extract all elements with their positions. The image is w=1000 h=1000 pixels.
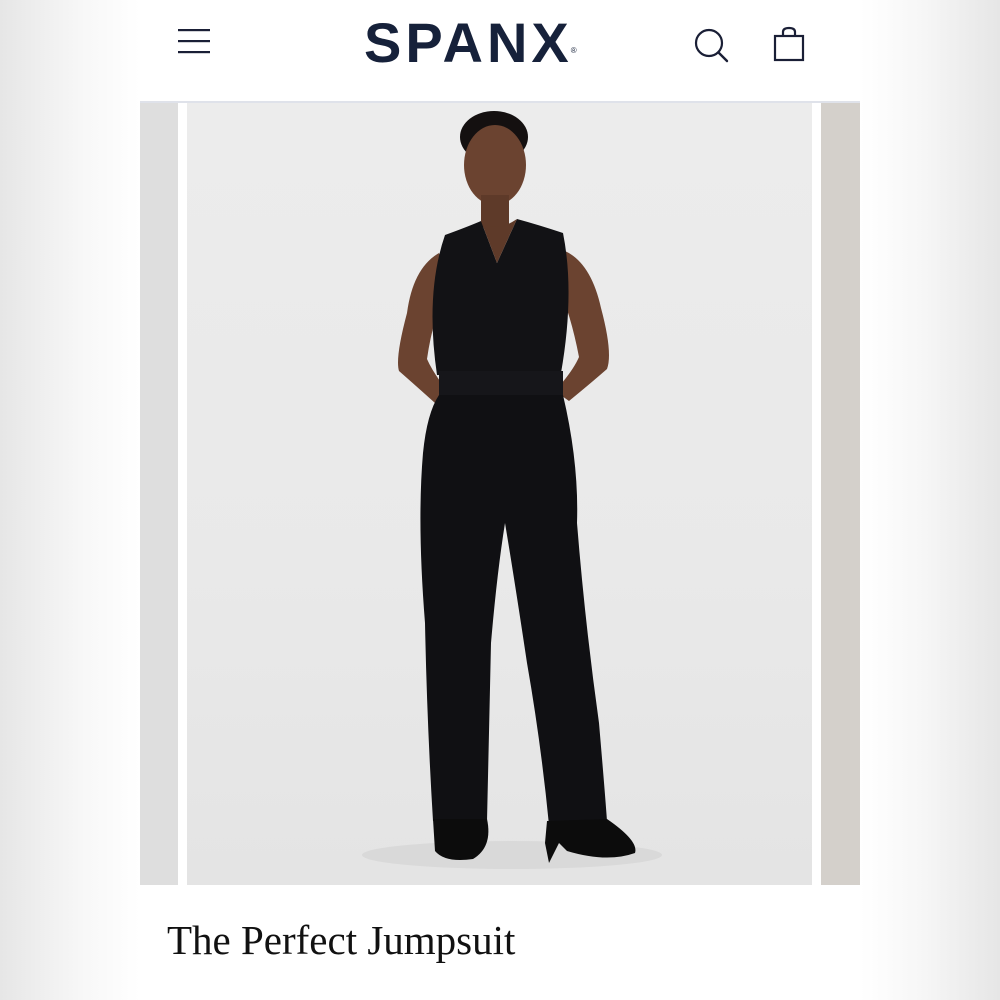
hamburger-menu-icon [178,29,210,54]
previous-slide-peek[interactable] [140,103,178,885]
site-header: SPANX® [140,0,860,103]
next-slide-peek[interactable] [821,103,860,885]
model-jumpsuit-photo [362,111,662,869]
search-icon [694,28,729,63]
registered-mark: ® [570,46,581,55]
product-image-carousel[interactable] [140,103,860,885]
product-title: The Perfect Jumpsuit [167,917,516,963]
menu-button[interactable] [176,24,218,60]
brand-name: SPANX [364,11,573,74]
shopping-bag-icon [773,26,805,62]
product-image[interactable] [187,103,812,885]
cart-button[interactable] [766,22,812,68]
product-page: SPANX® The Perfect Jumpsuit [140,0,860,1000]
brand-logo[interactable]: SPANX® [364,10,636,76]
search-button[interactable] [690,24,734,68]
